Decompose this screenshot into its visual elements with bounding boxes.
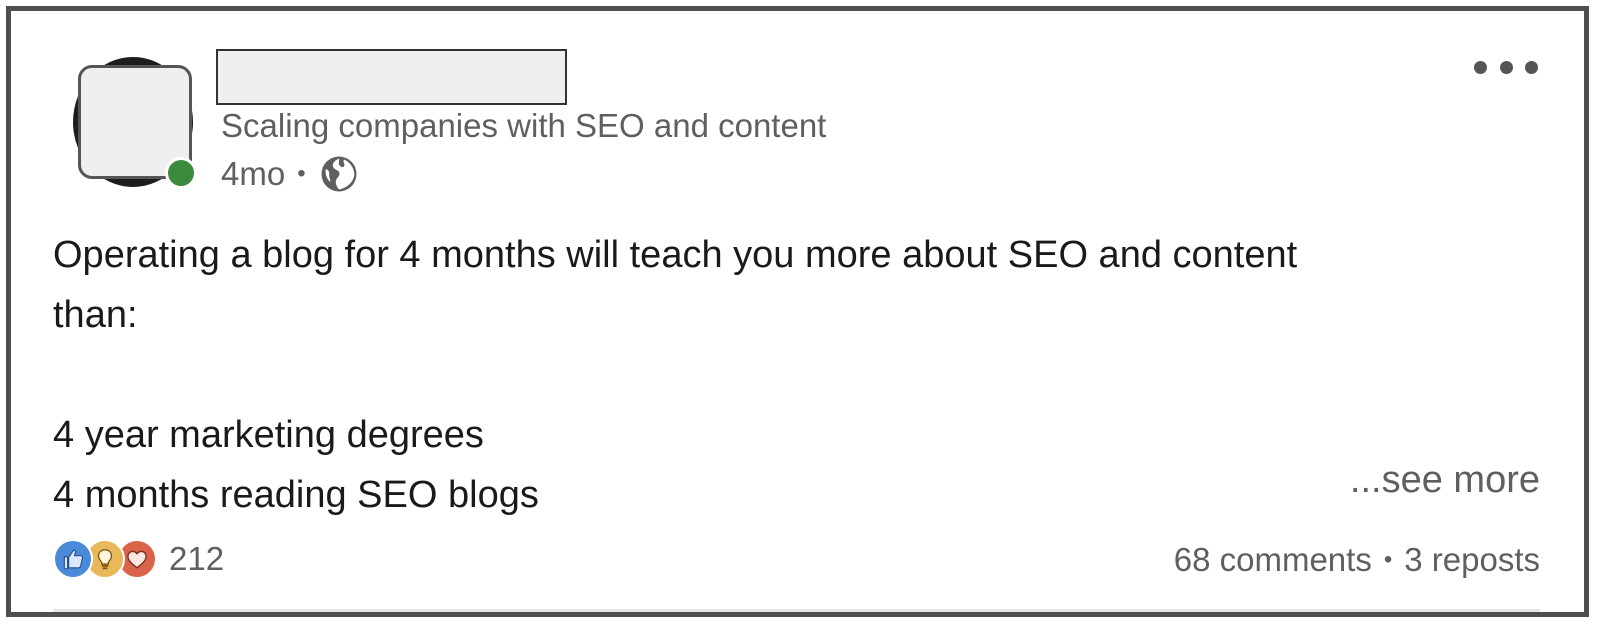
post-meta: 4mo •: [221, 153, 360, 195]
post-body-line: 4 months reading SEO blogs: [53, 474, 539, 516]
reaction-count: 212: [169, 540, 225, 577]
like-icon: [53, 539, 93, 579]
comments-link[interactable]: 68 comments: [1174, 541, 1372, 579]
engagement-summary: 68 comments • 3 reposts: [1174, 541, 1540, 579]
meta-separator: •: [297, 160, 306, 187]
reactions-summary[interactable]: 212: [53, 539, 224, 579]
divider: [53, 609, 1540, 612]
post-body-line: Operating a blog for 4 months will teach…: [53, 234, 1298, 276]
post-card: Scaling companies with SEO and content 4…: [6, 6, 1589, 617]
author-name-redacted[interactable]: [216, 49, 567, 105]
post-body: Operating a blog for 4 months will teach…: [53, 225, 1533, 525]
see-more-link[interactable]: ...see more: [1350, 459, 1540, 502]
globe-icon: [321, 156, 357, 192]
more-options-dot: [1474, 60, 1487, 74]
more-options-dot: [1525, 60, 1538, 74]
engagement-separator: •: [1383, 546, 1393, 573]
author-avatar[interactable]: [73, 57, 203, 189]
post-body-line: [53, 345, 1533, 405]
more-options-button[interactable]: [1474, 55, 1538, 79]
more-options-dot: [1499, 60, 1513, 74]
reposts-link[interactable]: 3 reposts: [1404, 541, 1540, 579]
online-status-indicator: [165, 157, 197, 189]
post-body-line: 4 year marketing degrees: [53, 414, 484, 456]
post-body-line: than:: [53, 294, 138, 336]
post-timestamp: 4mo: [221, 155, 286, 192]
author-headline: Scaling companies with SEO and content: [221, 107, 827, 144]
